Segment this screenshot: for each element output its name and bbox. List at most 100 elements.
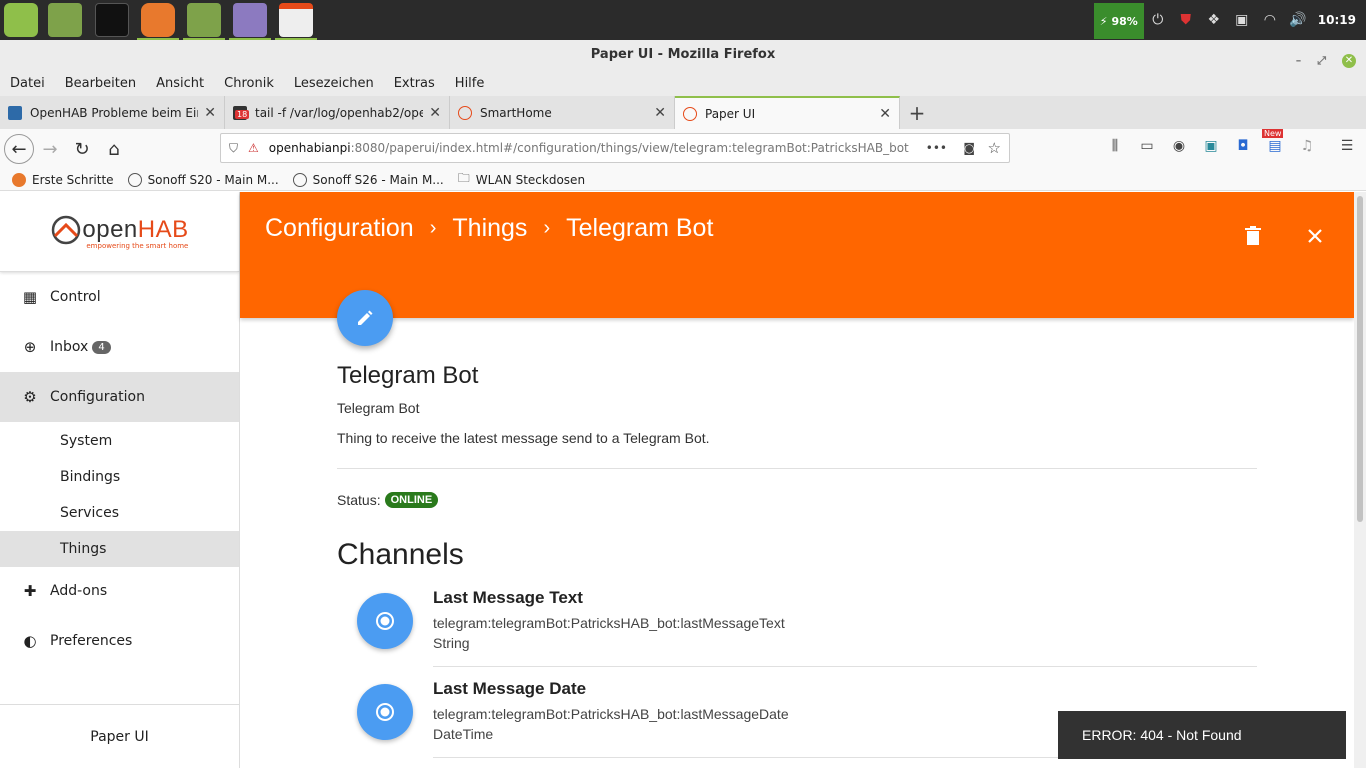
insecure-lock-icon[interactable]: ⚠ bbox=[248, 141, 259, 155]
thing-label: Telegram Bot bbox=[337, 400, 420, 416]
folder-icon[interactable] bbox=[183, 3, 225, 40]
sidebar-subitem-things[interactable]: Things bbox=[0, 531, 239, 567]
text-editor-icon[interactable] bbox=[229, 3, 271, 40]
bookmark-star-icon[interactable]: ☆ bbox=[988, 139, 1001, 157]
sidebar: openHAB empowering the smart home ▦ Cont… bbox=[0, 192, 240, 768]
bookmark-sonoff-s26[interactable]: Sonoff S26 - Main M... bbox=[292, 172, 444, 187]
scrollbar-thumb[interactable] bbox=[1357, 196, 1363, 522]
url-bar[interactable]: ⛉ ⚠ openhabianpi:8080/paperui/index.html… bbox=[220, 133, 1010, 163]
pencil-icon bbox=[358, 310, 373, 325]
wifi-icon[interactable]: ◠ bbox=[1261, 11, 1279, 29]
screenshot-icon[interactable]: ◘ bbox=[1232, 135, 1254, 157]
gear-icon: ⚙ bbox=[23, 388, 37, 406]
extension-icon[interactable]: ▣ bbox=[1200, 135, 1222, 157]
shield-icon[interactable]: ⛊ bbox=[1177, 11, 1195, 29]
reload-icon[interactable]: ↻ bbox=[66, 133, 98, 165]
status-badge: ONLINE bbox=[384, 492, 439, 508]
os-taskbar: ⚡ 98% ⏻ ⛊ ❖ ▣ ◠ 🔊 10:19 bbox=[0, 0, 1366, 40]
menu-datei[interactable]: Datei bbox=[10, 76, 45, 91]
menu-lesezeichen[interactable]: Lesezeichen bbox=[294, 76, 374, 91]
url-host: openhabianpi bbox=[268, 141, 351, 155]
tracking-shield-icon[interactable]: ⛉ bbox=[229, 141, 238, 156]
window-titlebar: Paper UI - Mozilla Firefox – ⤢ ✕ bbox=[0, 40, 1366, 70]
tab-bar: OpenHAB Probleme beim Ein ✕ 18 tail -f /… bbox=[0, 96, 1366, 129]
back-icon[interactable]: ← bbox=[4, 134, 34, 164]
library-icon[interactable]: ⫼ bbox=[1104, 135, 1126, 157]
whats-new-icon[interactable]: ▤ New bbox=[1262, 129, 1286, 157]
hamburger-menu-icon[interactable]: ☰ bbox=[1336, 135, 1358, 157]
divider bbox=[433, 666, 1257, 667]
clock[interactable]: 10:19 bbox=[1318, 13, 1356, 27]
mint-menu-icon[interactable] bbox=[4, 3, 38, 37]
sidebar-footer: Paper UI bbox=[0, 704, 239, 768]
tab-close-icon[interactable]: ✕ bbox=[879, 106, 891, 122]
openhab-favicon-icon bbox=[458, 105, 472, 120]
channel-radio-icon[interactable] bbox=[357, 593, 413, 649]
file-manager-icon[interactable] bbox=[48, 3, 82, 37]
channel-type: String bbox=[433, 635, 470, 651]
channels-heading: Channels bbox=[337, 538, 464, 571]
logo-area[interactable]: openHAB empowering the smart home bbox=[0, 192, 239, 272]
tab-openhab-probleme[interactable]: OpenHAB Probleme beim Ein ✕ bbox=[0, 96, 225, 129]
tab-close-icon[interactable]: ✕ bbox=[654, 105, 666, 121]
terminal-icon[interactable] bbox=[95, 3, 129, 37]
channel-radio-icon[interactable] bbox=[357, 684, 413, 740]
new-tab-icon[interactable]: + bbox=[900, 96, 934, 129]
bookmark-folder-wlan[interactable]: 🗀 WLAN Steckdosen bbox=[458, 169, 585, 190]
menu-bearbeiten[interactable]: Bearbeiten bbox=[65, 76, 136, 91]
sidebar-subitem-bindings[interactable]: Bindings bbox=[0, 459, 239, 495]
bookmark-sonoff-s20[interactable]: Sonoff S20 - Main M... bbox=[127, 172, 279, 187]
folder-icon: 🗀 bbox=[457, 171, 470, 185]
window-app-icon[interactable] bbox=[275, 3, 317, 40]
page-scrollbar[interactable] bbox=[1354, 192, 1366, 768]
close-button[interactable] bbox=[1303, 224, 1327, 248]
tab-close-icon[interactable]: ✕ bbox=[429, 105, 441, 121]
forward-icon[interactable]: → bbox=[34, 133, 66, 165]
bookmark-erste-schritte[interactable]: Erste Schritte bbox=[12, 172, 114, 187]
forum-favicon-icon bbox=[8, 105, 22, 120]
puzzle-icon: ✚ bbox=[23, 582, 37, 600]
sidebar-item-preferences[interactable]: ◐ Preferences bbox=[0, 616, 239, 666]
globe-icon bbox=[127, 172, 142, 187]
sidebar-subitem-system[interactable]: System bbox=[0, 423, 239, 459]
sidebar-item-inbox[interactable]: ⊕ Inbox 4 bbox=[0, 322, 239, 372]
channel-item[interactable]: Last Message Text telegram:telegramBot:P… bbox=[337, 586, 1257, 676]
dropbox-icon[interactable]: ❖ bbox=[1205, 11, 1223, 29]
delete-button[interactable] bbox=[1241, 224, 1265, 248]
divider bbox=[337, 468, 1257, 469]
bookmarks-bar: Erste Schritte Sonoff S20 - Main M... So… bbox=[0, 169, 1366, 191]
breadcrumb: Configuration › Things › Telegram Bot bbox=[265, 214, 713, 243]
edit-button[interactable] bbox=[337, 290, 393, 346]
sidebar-icon[interactable]: ▭ bbox=[1136, 135, 1158, 157]
menu-ansicht[interactable]: Ansicht bbox=[156, 76, 204, 91]
close-window-icon[interactable]: ✕ bbox=[1342, 54, 1356, 68]
tab-tail-log[interactable]: 18 tail -f /var/log/openhab2/ope ✕ bbox=[225, 96, 450, 129]
crumb-configuration[interactable]: Configuration bbox=[265, 214, 414, 243]
tab-close-icon[interactable]: ✕ bbox=[204, 105, 216, 121]
menu-extras[interactable]: Extras bbox=[394, 76, 435, 91]
music-icon[interactable]: ♫ bbox=[1296, 135, 1318, 157]
battery-indicator[interactable]: ⚡ 98% bbox=[1093, 3, 1144, 39]
sidebar-item-addons[interactable]: ✚ Add-ons bbox=[0, 566, 239, 616]
sidebar-item-control[interactable]: ▦ Control bbox=[0, 272, 239, 322]
clipboard-icon[interactable]: ▣ bbox=[1233, 11, 1251, 29]
crumb-separator: › bbox=[429, 217, 437, 239]
volume-icon[interactable]: 🔊 bbox=[1289, 11, 1307, 29]
sidebar-item-configuration[interactable]: ⚙ Configuration bbox=[0, 372, 239, 422]
tab-notification-badge: 18 bbox=[235, 109, 250, 119]
crumb-things[interactable]: Things bbox=[452, 214, 527, 243]
menu-hilfe[interactable]: Hilfe bbox=[455, 76, 485, 91]
tab-smarthome[interactable]: SmartHome ✕ bbox=[450, 96, 675, 129]
menu-chronik[interactable]: Chronik bbox=[224, 76, 274, 91]
account-icon[interactable]: ◉ bbox=[1168, 135, 1190, 157]
home-icon[interactable]: ⌂ bbox=[98, 133, 130, 165]
tab-paper-ui[interactable]: Paper UI ✕ bbox=[675, 96, 900, 129]
openhab-favicon-icon bbox=[683, 106, 697, 121]
page-actions-icon[interactable]: ••• bbox=[926, 141, 947, 155]
page-viewport: openHAB empowering the smart home ▦ Cont… bbox=[0, 192, 1366, 768]
firefox-icon[interactable] bbox=[137, 3, 179, 40]
channel-uid: telegram:telegramBot:PatricksHAB_bot:las… bbox=[433, 706, 789, 722]
sidebar-subitem-services[interactable]: Services bbox=[0, 495, 239, 531]
pocket-icon[interactable]: ◙ bbox=[963, 141, 975, 155]
power-icon[interactable]: ⏻ bbox=[1149, 11, 1167, 29]
